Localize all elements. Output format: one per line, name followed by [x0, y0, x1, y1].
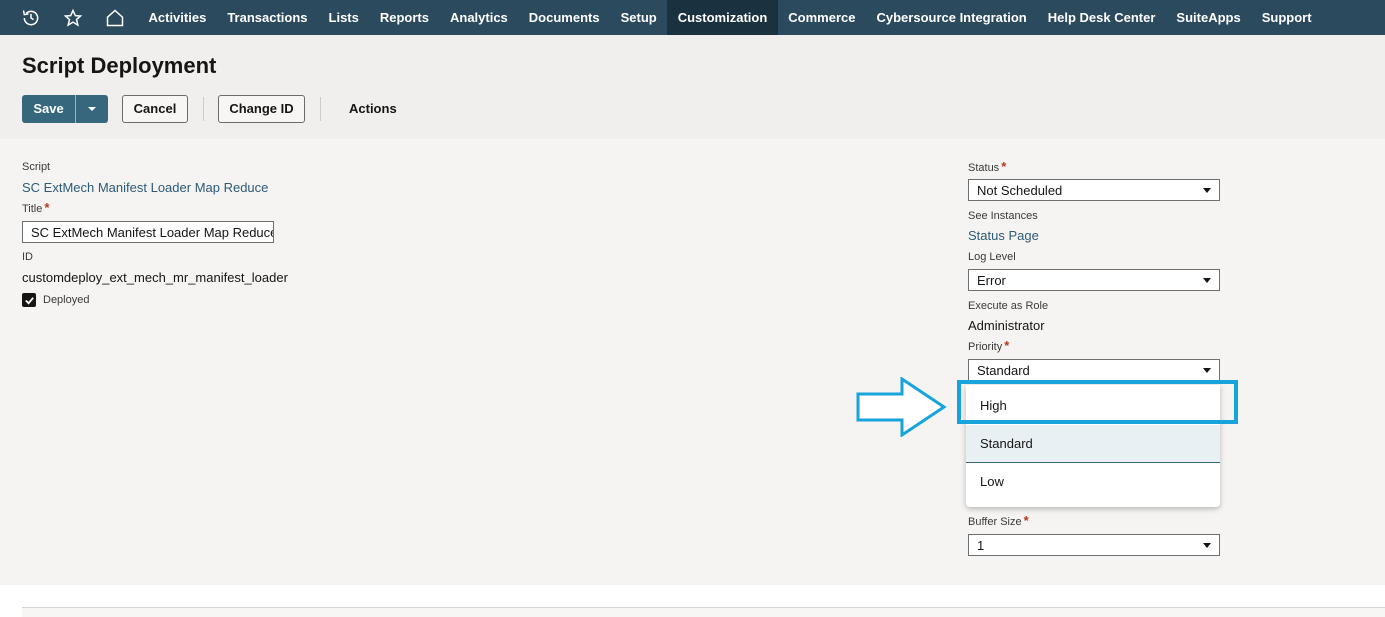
page-title: Script Deployment — [22, 53, 217, 78]
cancel-button[interactable]: Cancel — [122, 95, 188, 123]
title-label: Title * — [22, 200, 49, 215]
nav-item-help-desk-center[interactable]: Help Desk Center — [1037, 0, 1166, 35]
save-options-button[interactable] — [76, 95, 108, 123]
required-mark: * — [1001, 159, 1007, 174]
checkmark-icon — [24, 296, 34, 305]
dropdown-arrow-icon — [1203, 543, 1211, 548]
save-button-group: Save — [22, 95, 108, 123]
required-mark: * — [1004, 338, 1010, 353]
deployed-label: Deployed — [43, 294, 90, 306]
nav-item-customization[interactable]: Customization — [667, 0, 778, 35]
status-page-link[interactable]: Status Page — [968, 228, 1039, 243]
status-select-value: Not Scheduled — [977, 183, 1063, 198]
required-mark: * — [44, 200, 50, 215]
save-button[interactable]: Save — [22, 95, 76, 123]
nav-item-setup[interactable]: Setup — [610, 0, 667, 35]
pointer-arrow-icon — [856, 377, 947, 437]
toolbar-divider — [320, 97, 321, 121]
priority-option-low[interactable]: Low — [966, 463, 1220, 501]
priority-label: Priority * — [968, 338, 1009, 353]
required-mark: * — [1023, 513, 1029, 528]
status-select[interactable]: Not Scheduled — [968, 179, 1220, 201]
buffer-size-label: Buffer Size * — [968, 513, 1029, 528]
see-instances-label: See Instances — [968, 210, 1038, 222]
top-nav-bar: Activities Transactions Lists Reports An… — [0, 0, 1385, 35]
execute-as-role-label: Execute as Role — [968, 300, 1049, 312]
deployed-checkbox[interactable] — [22, 293, 36, 307]
log-level-select[interactable]: Error — [968, 269, 1220, 291]
priority-label-text: Priority — [968, 341, 1003, 353]
buffer-size-select-value: 1 — [977, 538, 985, 553]
highlight-box — [957, 380, 1238, 424]
dropdown-arrow-icon — [1203, 368, 1211, 373]
id-label: ID — [22, 251, 33, 263]
buffer-size-label-text: Buffer Size — [968, 516, 1022, 528]
log-level-label: Log Level — [968, 251, 1016, 263]
recent-icon[interactable] — [14, 0, 48, 35]
nav-item-cybersource-integration[interactable]: Cybersource Integration — [866, 0, 1037, 35]
actions-menu[interactable]: Actions — [349, 95, 397, 123]
status-label-text: Status — [968, 162, 1000, 174]
dropdown-arrow-icon — [1203, 278, 1211, 283]
priority-option-standard[interactable]: Standard — [966, 425, 1220, 463]
star-icon[interactable] — [56, 0, 90, 35]
id-value: customdeploy_ext_mech_mr_manifest_loader — [22, 270, 288, 285]
buffer-size-select[interactable]: 1 — [968, 534, 1220, 556]
status-label: Status * — [968, 159, 1006, 174]
title-label-text: Title — [22, 203, 43, 215]
log-level-select-value: Error — [977, 273, 1006, 288]
nav-item-documents[interactable]: Documents — [518, 0, 610, 35]
script-link[interactable]: SC ExtMech Manifest Loader Map Reduce — [22, 180, 268, 195]
dropdown-arrow-icon — [1203, 188, 1211, 193]
script-label: Script — [22, 161, 51, 173]
nav-item-activities[interactable]: Activities — [138, 0, 217, 35]
nav-item-reports[interactable]: Reports — [369, 0, 439, 35]
nav-item-transactions[interactable]: Transactions — [217, 0, 318, 35]
execute-as-role-value: Administrator — [968, 318, 1045, 333]
caret-down-icon — [88, 107, 96, 111]
subtab-bar — [22, 607, 1385, 617]
nav-item-support[interactable]: Support — [1251, 0, 1322, 35]
title-input[interactable]: SC ExtMech Manifest Loader Map Reduce — [22, 221, 274, 243]
nav-item-suiteapps[interactable]: SuiteApps — [1166, 0, 1251, 35]
priority-select[interactable]: Standard — [968, 359, 1220, 381]
nav-item-analytics[interactable]: Analytics — [439, 0, 518, 35]
home-icon[interactable] — [98, 0, 132, 35]
nav-menu: Activities Transactions Lists Reports An… — [138, 0, 1322, 35]
page-header: Script Deployment Save Cancel Change ID … — [0, 35, 1385, 139]
nav-item-commerce[interactable]: Commerce — [778, 0, 866, 35]
priority-select-value: Standard — [977, 363, 1030, 378]
nav-item-lists[interactable]: Lists — [318, 0, 369, 35]
change-id-button[interactable]: Change ID — [218, 95, 305, 123]
toolbar-divider — [203, 97, 204, 121]
